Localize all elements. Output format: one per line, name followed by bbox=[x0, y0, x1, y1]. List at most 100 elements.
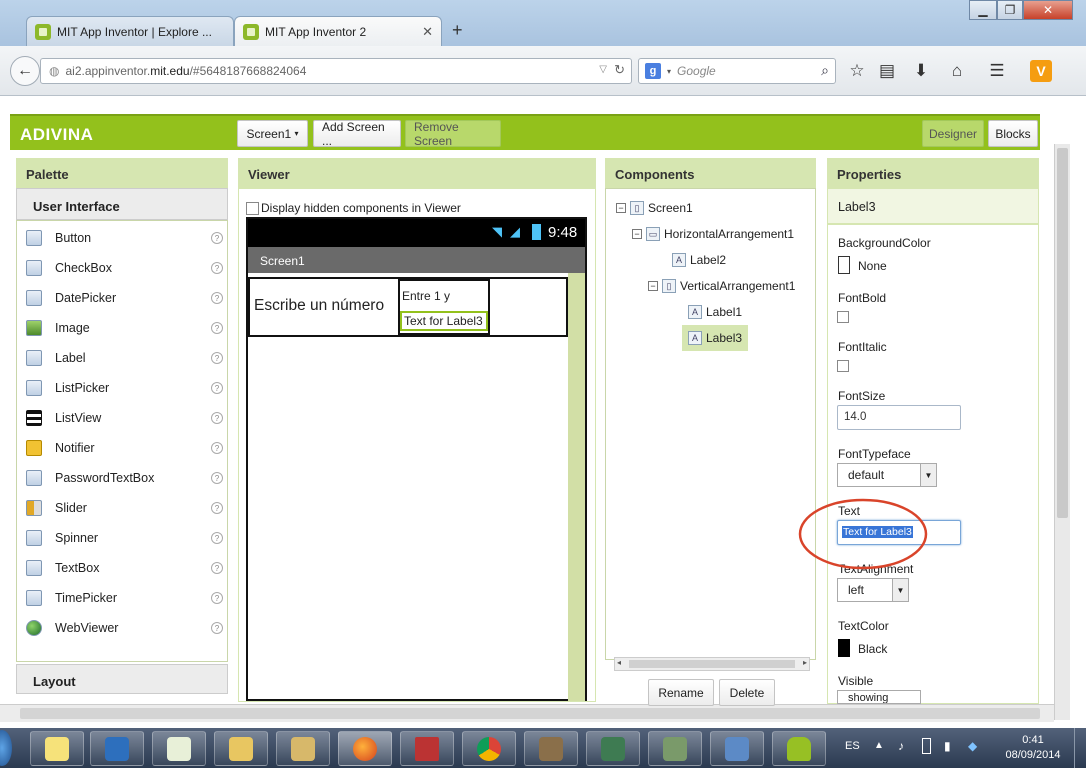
help-icon[interactable]: ? bbox=[211, 442, 223, 454]
text-alignment-select[interactable]: left ▼ bbox=[837, 578, 909, 602]
vertical-arrangement1[interactable]: Entre 1 y Text for Label3 bbox=[398, 279, 490, 335]
tree-item-label2[interactable]: A Label2 bbox=[672, 249, 726, 271]
help-icon[interactable]: ? bbox=[211, 292, 223, 304]
collapse-toggle-icon[interactable]: − bbox=[616, 203, 626, 213]
reload-icon[interactable]: ↻ bbox=[614, 62, 625, 78]
tree-item-screen1[interactable]: − ▯ Screen1 bbox=[616, 197, 693, 219]
help-icon[interactable]: ? bbox=[211, 592, 223, 604]
tree-item-verticalarrangement1[interactable]: − ▯ VerticalArrangement1 bbox=[648, 275, 795, 297]
search-icon[interactable]: ⌕ bbox=[821, 62, 829, 79]
minimize-button[interactable]: ▁ bbox=[969, 0, 997, 20]
reading-list-icon[interactable]: ▤ bbox=[876, 60, 898, 82]
page-hscroll-thumb[interactable] bbox=[20, 708, 1040, 719]
components-scroll-thumb[interactable] bbox=[629, 660, 795, 668]
taskbar-firefox[interactable] bbox=[338, 731, 392, 766]
font-bold-checkbox[interactable] bbox=[837, 311, 849, 323]
taskbar-sticky-notes[interactable] bbox=[30, 731, 84, 766]
scroll-right-icon[interactable]: ▸ bbox=[803, 658, 807, 667]
dropdown-arrow-icon[interactable]: ▽ bbox=[599, 64, 607, 75]
designer-button[interactable]: Designer bbox=[922, 120, 984, 147]
search-bar[interactable]: g ▾ Google ⌕ bbox=[638, 58, 836, 84]
palette-item-slider[interactable]: Slider? bbox=[17, 493, 227, 523]
palette-item-image[interactable]: Image? bbox=[17, 313, 227, 343]
label2[interactable]: Escribe un número bbox=[254, 297, 384, 315]
tab-app-inventor-2[interactable]: MIT App Inventor 2 ✕ bbox=[234, 16, 442, 46]
help-icon[interactable]: ? bbox=[211, 562, 223, 574]
dropbox-icon[interactable]: ◆ bbox=[968, 739, 977, 753]
tree-item-label1[interactable]: A Label1 bbox=[688, 301, 742, 323]
palette-item-listview[interactable]: ListView? bbox=[17, 403, 227, 433]
help-icon[interactable]: ? bbox=[211, 622, 223, 634]
screen-select-button[interactable]: Screen1 ▾ bbox=[237, 120, 308, 147]
taskbar-chrome[interactable] bbox=[462, 731, 516, 766]
taskbar-explorer[interactable] bbox=[214, 731, 268, 766]
battery-tray-icon[interactable] bbox=[922, 738, 931, 754]
palette-item-passwordtextbox[interactable]: PasswordTextBox? bbox=[17, 463, 227, 493]
page-horizontal-scrollbar[interactable] bbox=[0, 704, 1054, 722]
language-indicator[interactable]: ES bbox=[845, 740, 860, 752]
background-color-swatch[interactable] bbox=[838, 256, 850, 274]
label1[interactable]: Entre 1 y bbox=[402, 289, 450, 303]
download-icon[interactable]: ⬇ bbox=[910, 60, 932, 82]
blocks-button[interactable]: Blocks bbox=[988, 120, 1038, 147]
help-icon[interactable]: ? bbox=[211, 532, 223, 544]
font-italic-checkbox[interactable] bbox=[837, 360, 849, 372]
visible-select[interactable]: showing bbox=[837, 690, 921, 704]
help-icon[interactable]: ? bbox=[211, 232, 223, 244]
help-icon[interactable]: ? bbox=[211, 472, 223, 484]
help-icon[interactable]: ? bbox=[211, 322, 223, 334]
close-window-button[interactable]: ✕ bbox=[1023, 0, 1073, 20]
rename-button[interactable]: Rename bbox=[648, 679, 714, 706]
palette-item-notifier[interactable]: Notifier? bbox=[17, 433, 227, 463]
delete-button[interactable]: Delete bbox=[719, 679, 775, 706]
search-engine-dropdown-icon[interactable]: ▾ bbox=[667, 67, 671, 76]
help-icon[interactable]: ? bbox=[211, 502, 223, 514]
close-tab-icon[interactable]: ✕ bbox=[422, 24, 433, 40]
taskbar-paint[interactable] bbox=[524, 731, 578, 766]
palette-item-textbox[interactable]: TextBox? bbox=[17, 553, 227, 583]
taskbar-tc[interactable] bbox=[90, 731, 144, 766]
add-screen-button[interactable]: Add Screen ... bbox=[313, 120, 401, 148]
palette-item-listpicker[interactable]: ListPicker? bbox=[17, 373, 227, 403]
tab-explore[interactable]: MIT App Inventor | Explore ... bbox=[26, 16, 234, 46]
taskbar-files[interactable] bbox=[276, 731, 330, 766]
help-icon[interactable]: ? bbox=[211, 262, 223, 274]
tree-item-label3-selected[interactable]: A Label3 bbox=[682, 325, 749, 351]
taskbar-remote[interactable] bbox=[710, 731, 764, 766]
horizontal-arrangement1[interactable]: Escribe un número Entre 1 y Text for Lab… bbox=[248, 277, 568, 337]
taskbar-clock[interactable]: 0:41 08/09/2014 bbox=[1000, 733, 1066, 763]
text-color-value[interactable]: Black bbox=[858, 642, 887, 656]
help-icon[interactable]: ? bbox=[211, 382, 223, 394]
menu-icon[interactable]: ☰ bbox=[986, 60, 1008, 82]
label3[interactable]: Text for Label3 bbox=[400, 311, 488, 331]
scroll-left-icon[interactable]: ◂ bbox=[617, 658, 621, 667]
taskbar-android[interactable] bbox=[772, 731, 826, 766]
font-size-input[interactable]: 14.0 bbox=[837, 405, 961, 430]
palette-item-webviewer[interactable]: WebViewer? bbox=[17, 613, 227, 643]
collapse-toggle-icon[interactable]: − bbox=[632, 229, 642, 239]
user-interface-section[interactable]: User Interface bbox=[16, 188, 228, 220]
palette-item-timepicker[interactable]: TimePicker? bbox=[17, 583, 227, 613]
help-icon[interactable]: ? bbox=[211, 412, 223, 424]
palette-item-button[interactable]: Button? bbox=[17, 223, 227, 253]
start-button[interactable] bbox=[0, 730, 12, 766]
tree-item-horizontalarrangement1[interactable]: − ▭ HorizontalArrangement1 bbox=[632, 223, 794, 245]
palette-item-spinner[interactable]: Spinner? bbox=[17, 523, 227, 553]
layout-section[interactable]: Layout bbox=[16, 664, 228, 694]
taskbar-media[interactable] bbox=[400, 731, 454, 766]
page-scroll-thumb[interactable] bbox=[1057, 148, 1068, 518]
help-icon[interactable]: ? bbox=[211, 352, 223, 364]
palette-item-datepicker[interactable]: DatePicker? bbox=[17, 283, 227, 313]
bookmark-star-icon[interactable]: ☆ bbox=[846, 60, 868, 82]
taskbar-monitor[interactable] bbox=[586, 731, 640, 766]
new-tab-button[interactable]: + bbox=[452, 20, 463, 41]
url-bar[interactable]: ◍ ai2.appinventor.mit.edu/#5648187668824… bbox=[40, 58, 632, 84]
restore-button[interactable]: ❐ bbox=[997, 0, 1023, 20]
taskbar-chart-app[interactable] bbox=[152, 731, 206, 766]
network-icon[interactable]: ▮ bbox=[944, 739, 951, 753]
collapse-toggle-icon[interactable]: − bbox=[648, 281, 658, 291]
volume-icon[interactable]: ♪ bbox=[898, 739, 904, 753]
font-typeface-select[interactable]: default ▼ bbox=[837, 463, 937, 487]
home-icon[interactable]: ⌂ bbox=[946, 60, 968, 82]
page-vertical-scrollbar[interactable] bbox=[1054, 144, 1070, 720]
